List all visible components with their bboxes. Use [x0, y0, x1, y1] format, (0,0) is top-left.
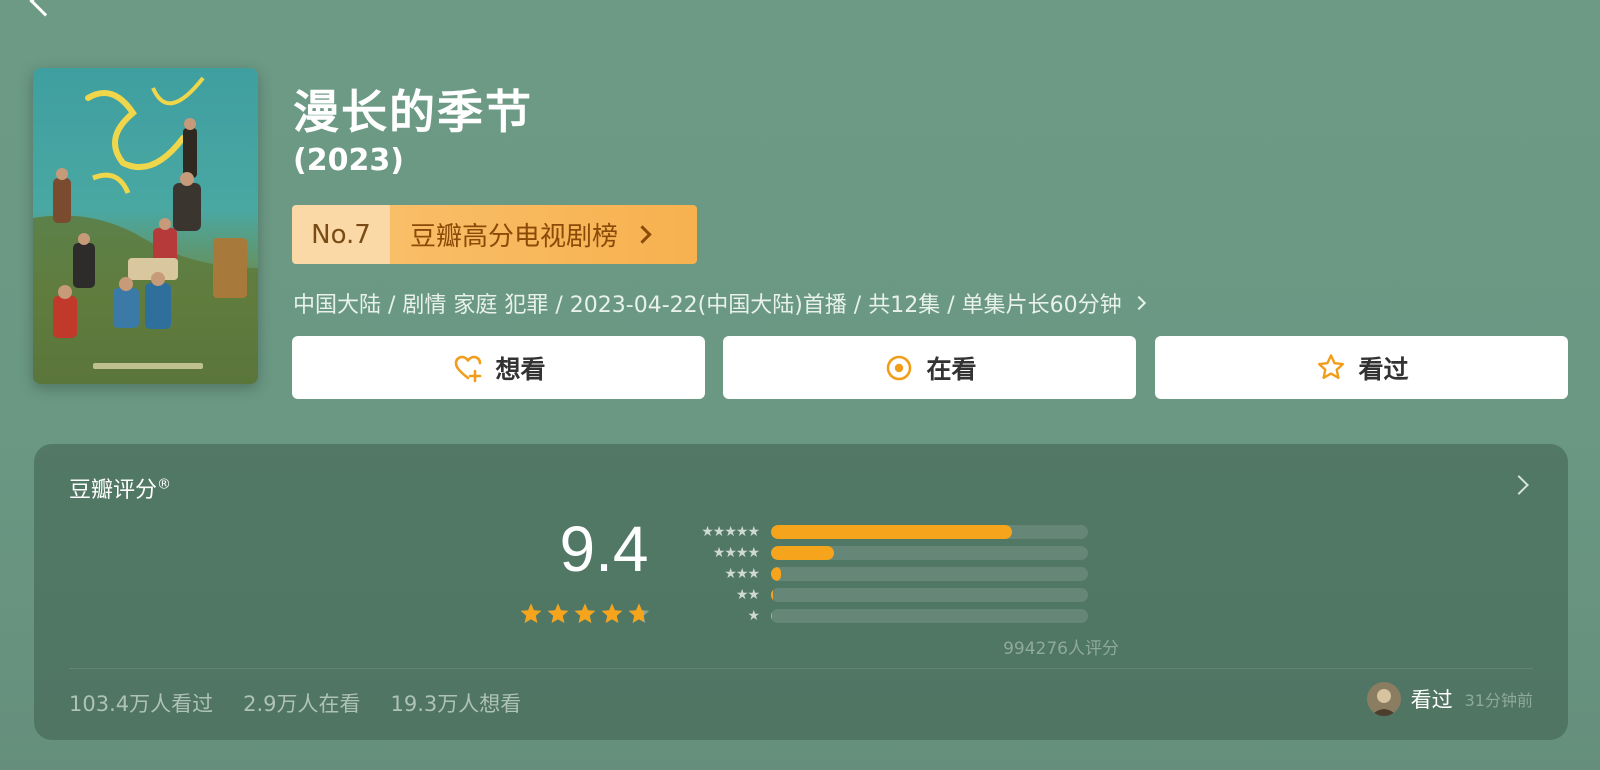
- back-arrow-icon[interactable]: [29, 0, 61, 17]
- want-count[interactable]: 19.3万人想看: [391, 688, 522, 718]
- distribution-track: [771, 587, 1088, 602]
- show-meta-text: 中国大陆 / 剧情 家庭 犯罪 / 2023-04-22(中国大陆)首播 / 共…: [293, 293, 1122, 318]
- rating-stars: [520, 603, 650, 623]
- show-year: (2023): [293, 143, 404, 178]
- ranking-badge[interactable]: No.7 豆瓣高分电视剧榜: [292, 205, 697, 264]
- friend-activity[interactable]: 看过 31分钟前: [1366, 682, 1533, 716]
- rating-star-icon: [520, 603, 542, 623]
- distribution-track: [771, 545, 1088, 560]
- avatar: [1366, 682, 1401, 716]
- action-bar: 想看 在看 看过: [292, 336, 1568, 399]
- distribution-stars-label: ★★★★: [712, 544, 760, 561]
- poster-image[interactable]: [33, 68, 258, 384]
- rating-distribution-row: ★★: [679, 584, 1119, 605]
- watched-button[interactable]: 看过: [1155, 336, 1568, 399]
- distribution-stars-label: ★★★★★: [701, 523, 760, 540]
- distribution-stars-label: ★★: [735, 586, 760, 603]
- distribution-bar: [771, 545, 835, 560]
- rank-number: No.7: [292, 205, 390, 264]
- watching-count[interactable]: 2.9万人在看: [243, 688, 360, 718]
- friend-time: 31分钟前: [1464, 691, 1533, 710]
- divider: [69, 668, 1533, 669]
- show-title: 漫长的季节: [293, 85, 533, 139]
- distribution-bar: [771, 608, 772, 623]
- rating-star-icon: [547, 603, 569, 623]
- target-icon: [887, 355, 912, 380]
- watching-label: 在看: [926, 354, 977, 384]
- rating-score: 9.4: [559, 513, 649, 585]
- rating-distribution-row: ★★★★★: [679, 521, 1119, 542]
- rank-list-link[interactable]: 豆瓣高分电视剧榜: [390, 205, 697, 264]
- rating-distribution-row: ★★★: [679, 563, 1119, 584]
- rating-distribution-row: ★: [679, 605, 1119, 626]
- rank-list-label: 豆瓣高分电视剧榜: [410, 222, 619, 252]
- rating-distribution-row: ★★★★: [679, 542, 1119, 563]
- distribution-track: [771, 524, 1088, 539]
- watched-count[interactable]: 103.4万人看过: [69, 688, 213, 718]
- rating-star-icon: [628, 603, 650, 623]
- rating-title: 豆瓣评分®: [69, 472, 171, 504]
- distribution-bar: [771, 524, 1012, 539]
- rating-star-icon: [601, 603, 623, 623]
- heart-plus-icon: [455, 355, 482, 382]
- chevron-right-icon[interactable]: [1509, 475, 1529, 495]
- watch-stats: 103.4万人看过 2.9万人在看 19.3万人想看: [69, 688, 521, 718]
- rating-star-icon: [574, 603, 596, 623]
- rating-distribution: ★★★★★ ★★★★ ★★★ ★★ ★: [679, 521, 1119, 626]
- rating-count: 994276人评分: [1003, 639, 1119, 659]
- rating-card[interactable]: 豆瓣评分® 9.4 ★★★★★ ★★★★ ★★★ ★★ ★ 994276人评分 103.…: [34, 444, 1568, 740]
- chevron-right-icon: [1131, 295, 1146, 311]
- distribution-stars-label: ★: [747, 607, 760, 624]
- distribution-track: [771, 608, 1088, 623]
- star-outline-icon: [1318, 353, 1345, 379]
- chevron-right-icon: [633, 225, 652, 244]
- want-to-watch-button[interactable]: 想看: [292, 336, 705, 399]
- rating-title-text: 豆瓣评分: [69, 478, 158, 503]
- want-to-watch-label: 想看: [495, 354, 546, 384]
- watched-label: 看过: [1358, 354, 1409, 384]
- watching-button[interactable]: 在看: [723, 336, 1136, 399]
- distribution-stars-label: ★★★: [724, 565, 760, 582]
- distribution-bar: [771, 587, 773, 602]
- distribution-bar: [771, 566, 781, 581]
- registered-mark: ®: [157, 476, 172, 493]
- show-meta[interactable]: 中国大陆 / 剧情 家庭 犯罪 / 2023-04-22(中国大陆)首播 / 共…: [293, 287, 1146, 319]
- friend-status: 看过: [1410, 688, 1453, 712]
- distribution-track: [771, 566, 1088, 581]
